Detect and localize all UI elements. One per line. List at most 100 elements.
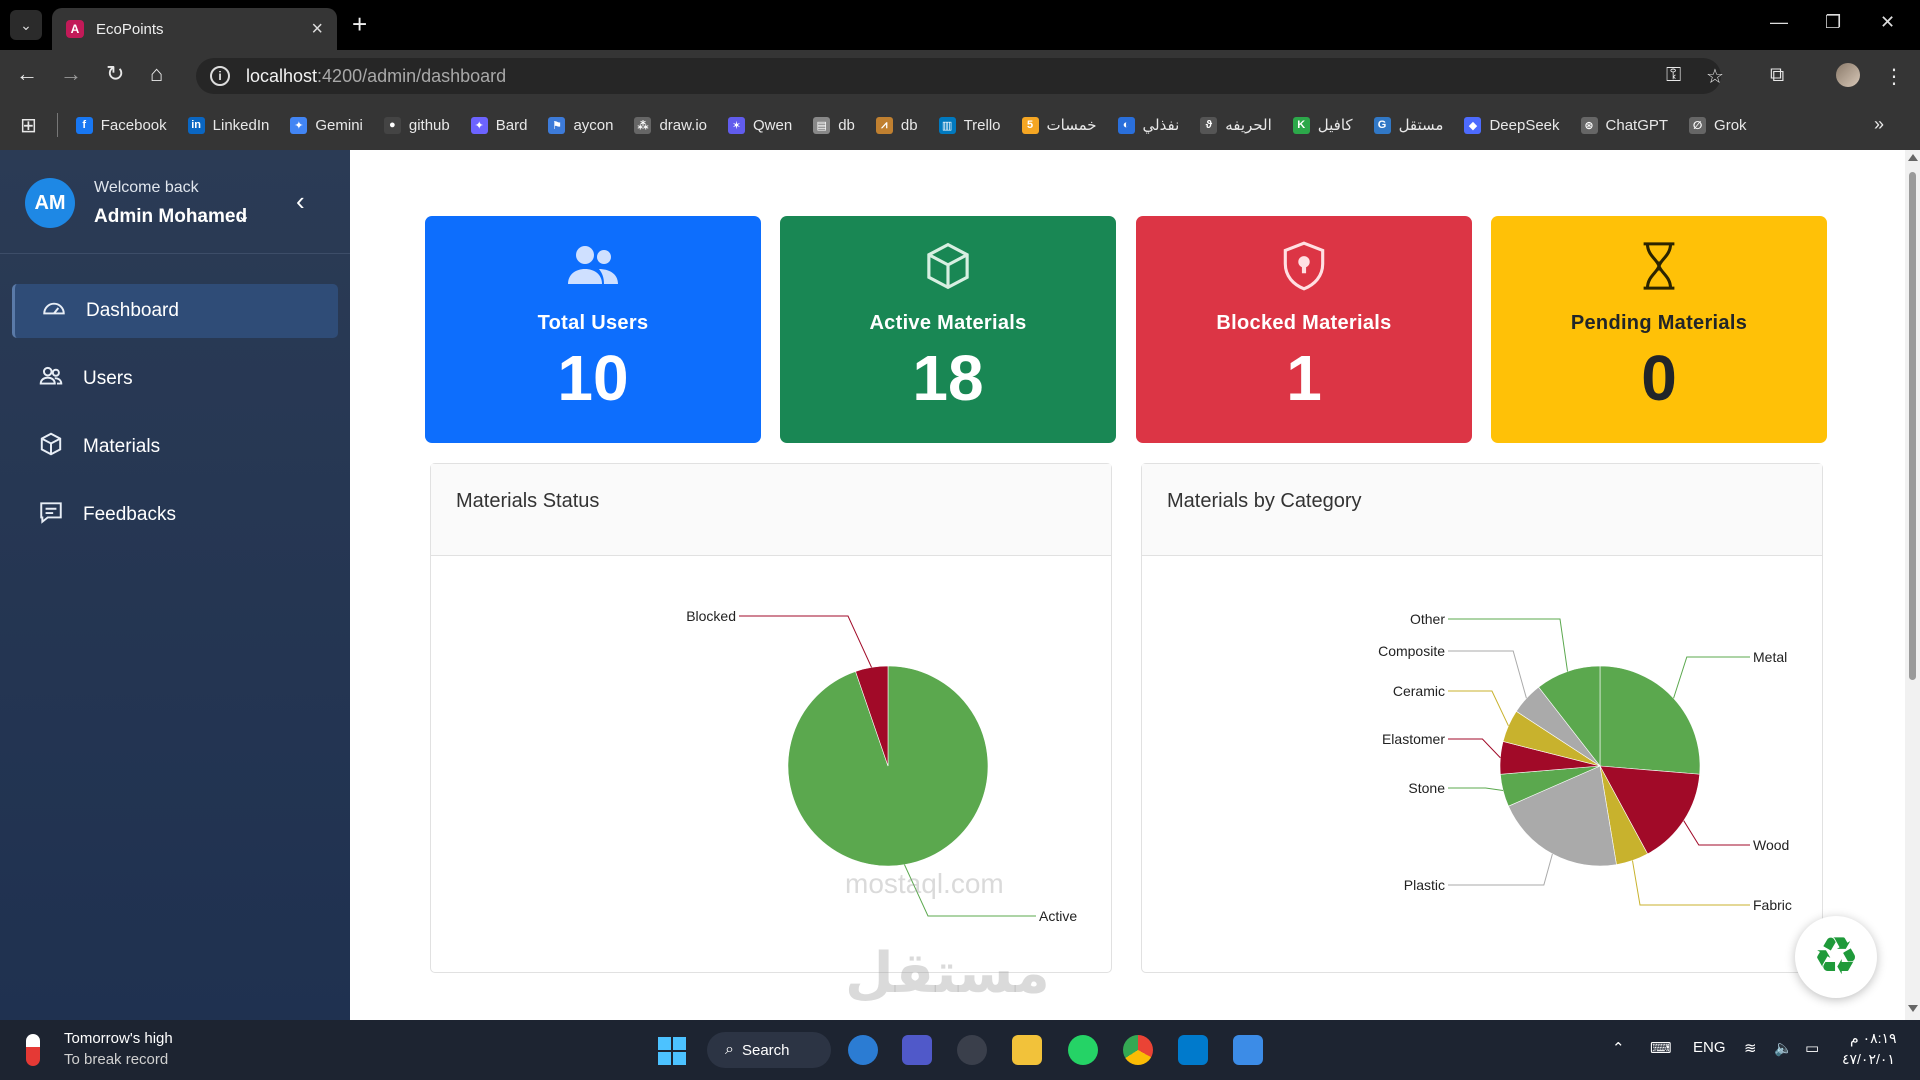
sidebar: AM Welcome back Admin Mohamed ⌄ ‹ Dashbo… — [0, 150, 350, 1020]
chat-icon — [37, 499, 65, 531]
file-explorer-icon[interactable] — [1012, 1035, 1042, 1065]
slice-label: Fabric — [1753, 897, 1792, 913]
bookmark-item[interactable]: K كافيل — [1292, 116, 1353, 134]
bookmark-item[interactable]: in LinkedIn — [187, 116, 269, 134]
stat-card-blocked-materials[interactable]: Blocked Materials 1 — [1136, 216, 1472, 443]
scroll-up-icon[interactable] — [1908, 154, 1918, 161]
bookmark-item[interactable]: ⚑ aycon — [548, 116, 613, 134]
bookmarks-separator — [56, 113, 58, 137]
taskbar-date[interactable]: ٤٧/٠٢/٠١ — [1842, 1051, 1895, 1068]
vscode-app-icon[interactable] — [1178, 1035, 1208, 1065]
materials-category-chart: Metal Wood Fabric Plastic Stone Elastomer Cera… — [1378, 611, 1792, 913]
profile-avatar[interactable] — [1836, 63, 1860, 87]
bookmark-icon: ◐ — [1117, 116, 1135, 134]
battery-icon[interactable]: ▭ — [1805, 1039, 1819, 1057]
bookmark-item[interactable]: ⁂ draw.io — [634, 116, 707, 134]
url-path: :4200/admin/dashboard — [317, 65, 507, 86]
more-bookmarks-icon[interactable]: » — [1874, 114, 1884, 135]
bookmark-item[interactable]: ◆ DeepSeek — [1464, 116, 1560, 134]
card-value: 1 — [1286, 342, 1322, 414]
password-key-icon[interactable]: ⚿ — [1666, 64, 1681, 87]
whatsapp-icon[interactable] — [1068, 1035, 1098, 1065]
copilot-app-icon[interactable] — [848, 1035, 878, 1065]
taskbar-search[interactable]: ⌕ Search — [707, 1032, 831, 1068]
chrome-app-icon[interactable] — [1123, 1035, 1153, 1065]
sidebar-nav: Dashboard Users Materials Feedbacks — [0, 254, 350, 542]
wifi-icon[interactable]: ≋ — [1744, 1039, 1757, 1057]
leader-line — [1448, 738, 1501, 759]
materials-category-panel: Materials by Category Metal Wood Fabric Pla… — [1141, 463, 1823, 973]
recycle-icon[interactable]: ♻ — [1795, 916, 1877, 998]
user-name[interactable]: Admin Mohamed — [94, 206, 247, 228]
extensions-icon[interactable]: ⧉ — [1770, 64, 1784, 87]
language-indicator[interactable]: ENG — [1693, 1039, 1726, 1056]
restore-icon[interactable]: ❐ — [1825, 12, 1841, 33]
bookmark-item[interactable]: ✦ Bard — [470, 116, 527, 134]
bookmark-item[interactable]: G مستقل — [1373, 116, 1443, 134]
chevron-down-icon[interactable]: ⌄ — [237, 206, 250, 226]
tab-search-button[interactable]: ⌄ — [10, 10, 42, 40]
search-icon: ⌕ — [725, 1041, 734, 1058]
bookmark-item[interactable]: ◐ نفذلي — [1117, 116, 1179, 134]
browser-menu-icon[interactable]: ⋮ — [1884, 64, 1904, 89]
stat-card-total-users[interactable]: Total Users 10 — [425, 216, 761, 443]
url-input[interactable]: i localhost:4200/admin/dashboard — [196, 58, 1721, 94]
weather-headline[interactable]: Tomorrow's high — [64, 1030, 173, 1047]
bookmark-item[interactable]: ▥ Trello — [938, 116, 1001, 134]
thermometer-icon[interactable] — [26, 1034, 40, 1066]
bookmark-item[interactable]: 5 خمسات — [1021, 116, 1097, 134]
page-scrollbar[interactable] — [1905, 150, 1920, 1020]
teams-app-icon[interactable] — [902, 1035, 932, 1065]
sidebar-item-feedbacks[interactable]: Feedbacks — [12, 488, 338, 542]
weather-subline[interactable]: To break record — [64, 1051, 168, 1068]
volume-icon[interactable]: 🔈 — [1774, 1039, 1793, 1057]
minimize-icon[interactable]: — — [1770, 12, 1788, 33]
panel-title: Materials Status — [431, 464, 1111, 556]
bookmark-item[interactable]: ▤ db — [813, 116, 855, 134]
bookmark-icon: G — [1373, 116, 1391, 134]
bookmark-item[interactable]: ● github — [383, 116, 450, 134]
bookmark-item[interactable]: ✶ Qwen — [728, 116, 792, 134]
sidebar-item-dashboard[interactable]: Dashboard — [12, 284, 338, 338]
stat-card-active-materials[interactable]: Active Materials 18 — [780, 216, 1116, 443]
bookmark-label: db — [838, 116, 855, 134]
bookmark-item[interactable]: ∅ Grok — [1689, 116, 1747, 134]
bookmark-item[interactable]: f Facebook — [75, 116, 167, 134]
leader-line — [739, 615, 872, 668]
bookmark-item[interactable]: ϑ الحريفه — [1200, 116, 1272, 134]
sidebar-item-users[interactable]: Users — [12, 352, 338, 406]
forward-icon[interactable]: → — [60, 61, 82, 87]
bookmark-star-icon[interactable]: ☆ — [1706, 64, 1724, 89]
card-title: Active Materials — [869, 312, 1027, 334]
close-window-icon[interactable]: ✕ — [1880, 12, 1895, 33]
apps-grid-icon[interactable]: ⊞ — [20, 113, 37, 138]
scrollbar-thumb[interactable] — [1909, 172, 1916, 680]
scroll-down-icon[interactable] — [1908, 1005, 1918, 1012]
chevron-up-icon[interactable]: ⌃ — [1612, 1039, 1625, 1057]
url-host: localhost — [246, 65, 318, 86]
taskbar-time[interactable]: ٠٨:١٩ م — [1850, 1030, 1897, 1047]
card-title: Pending Materials — [1570, 312, 1748, 334]
start-button[interactable] — [658, 1037, 686, 1065]
bookmark-item[interactable]: ✦ Gemini — [290, 116, 363, 134]
pie-slice-metal[interactable] — [1599, 665, 1701, 775]
sidebar-item-materials[interactable]: Materials — [12, 420, 338, 474]
bookmark-icon: ϑ — [1200, 116, 1218, 134]
home-icon[interactable]: ⌂ — [150, 61, 163, 87]
media-player-icon[interactable] — [957, 1035, 987, 1065]
keyboard-icon[interactable]: ⌨ — [1650, 1039, 1672, 1057]
bookmark-label: DeepSeek — [1489, 116, 1560, 134]
site-info-icon[interactable]: i — [210, 66, 230, 86]
browser-tab[interactable]: A EcoPoints × — [52, 8, 337, 50]
bookmark-label: خمسات — [1046, 117, 1097, 134]
back-icon[interactable]: ← — [16, 61, 38, 87]
tab-close-icon[interactable]: × — [311, 18, 323, 41]
reload-icon[interactable]: ↻ — [106, 61, 124, 87]
photos-app-icon[interactable] — [1233, 1035, 1263, 1065]
bookmark-item[interactable]: ⩘ db — [875, 116, 918, 134]
bookmark-item[interactable]: ⊛ ChatGPT — [1580, 116, 1668, 134]
stat-card-pending-materials[interactable]: Pending Materials 0 — [1491, 216, 1827, 443]
collapse-sidebar-icon[interactable]: ‹ — [296, 188, 305, 214]
new-tab-button[interactable]: + — [352, 10, 367, 38]
avatar[interactable]: AM — [25, 178, 75, 228]
